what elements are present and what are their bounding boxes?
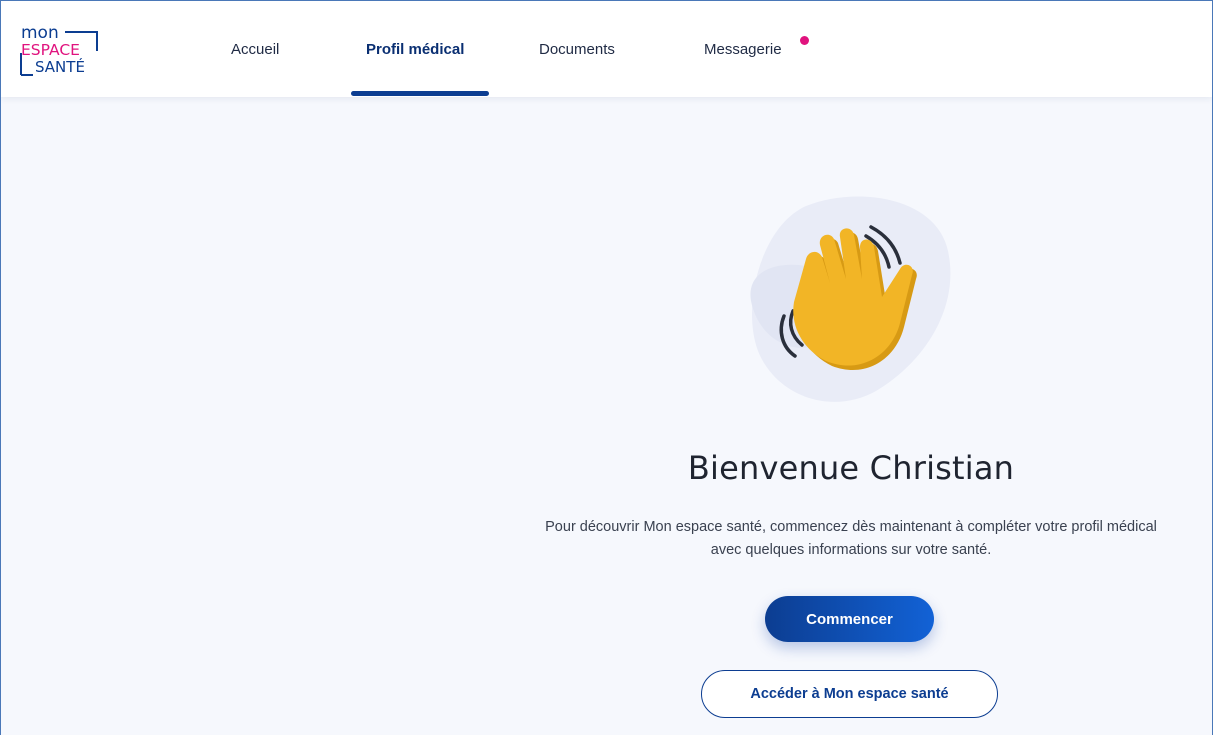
top-navigation-bar: mon ESPACE SANTÉ Accueil Profil médical … xyxy=(1,1,1212,97)
logo-word-mon: mon xyxy=(21,23,59,43)
messagerie-notification-dot xyxy=(800,36,809,45)
waving-hand-icon xyxy=(750,196,951,402)
welcome-description-line-1: Pour découvrir Mon espace santé, commenc… xyxy=(545,519,1157,535)
nav-item-profil-medical[interactable]: Profil médical xyxy=(366,41,464,58)
access-mon-espace-sante-button[interactable]: Accéder à Mon espace santé xyxy=(701,670,998,718)
active-tab-indicator xyxy=(351,91,489,96)
nav-item-messagerie[interactable]: Messagerie xyxy=(704,41,782,58)
logo-word-espace: ESPACE xyxy=(21,41,80,59)
start-button[interactable]: Commencer xyxy=(765,596,934,642)
welcome-description-line-2: avec quelques informations sur votre san… xyxy=(710,542,992,558)
nav-item-accueil[interactable]: Accueil xyxy=(231,41,279,58)
app-window: mon ESPACE SANTÉ Accueil Profil médical … xyxy=(0,0,1213,735)
welcome-description: Pour découvrir Mon espace santé, commenc… xyxy=(471,516,1212,562)
nav-item-documents[interactable]: Documents xyxy=(539,41,615,58)
welcome-title: Bienvenue Christian xyxy=(687,449,1015,487)
mon-espace-sante-logo[interactable]: mon ESPACE SANTÉ xyxy=(19,23,119,77)
logo-word-sante: SANTÉ xyxy=(35,57,85,76)
